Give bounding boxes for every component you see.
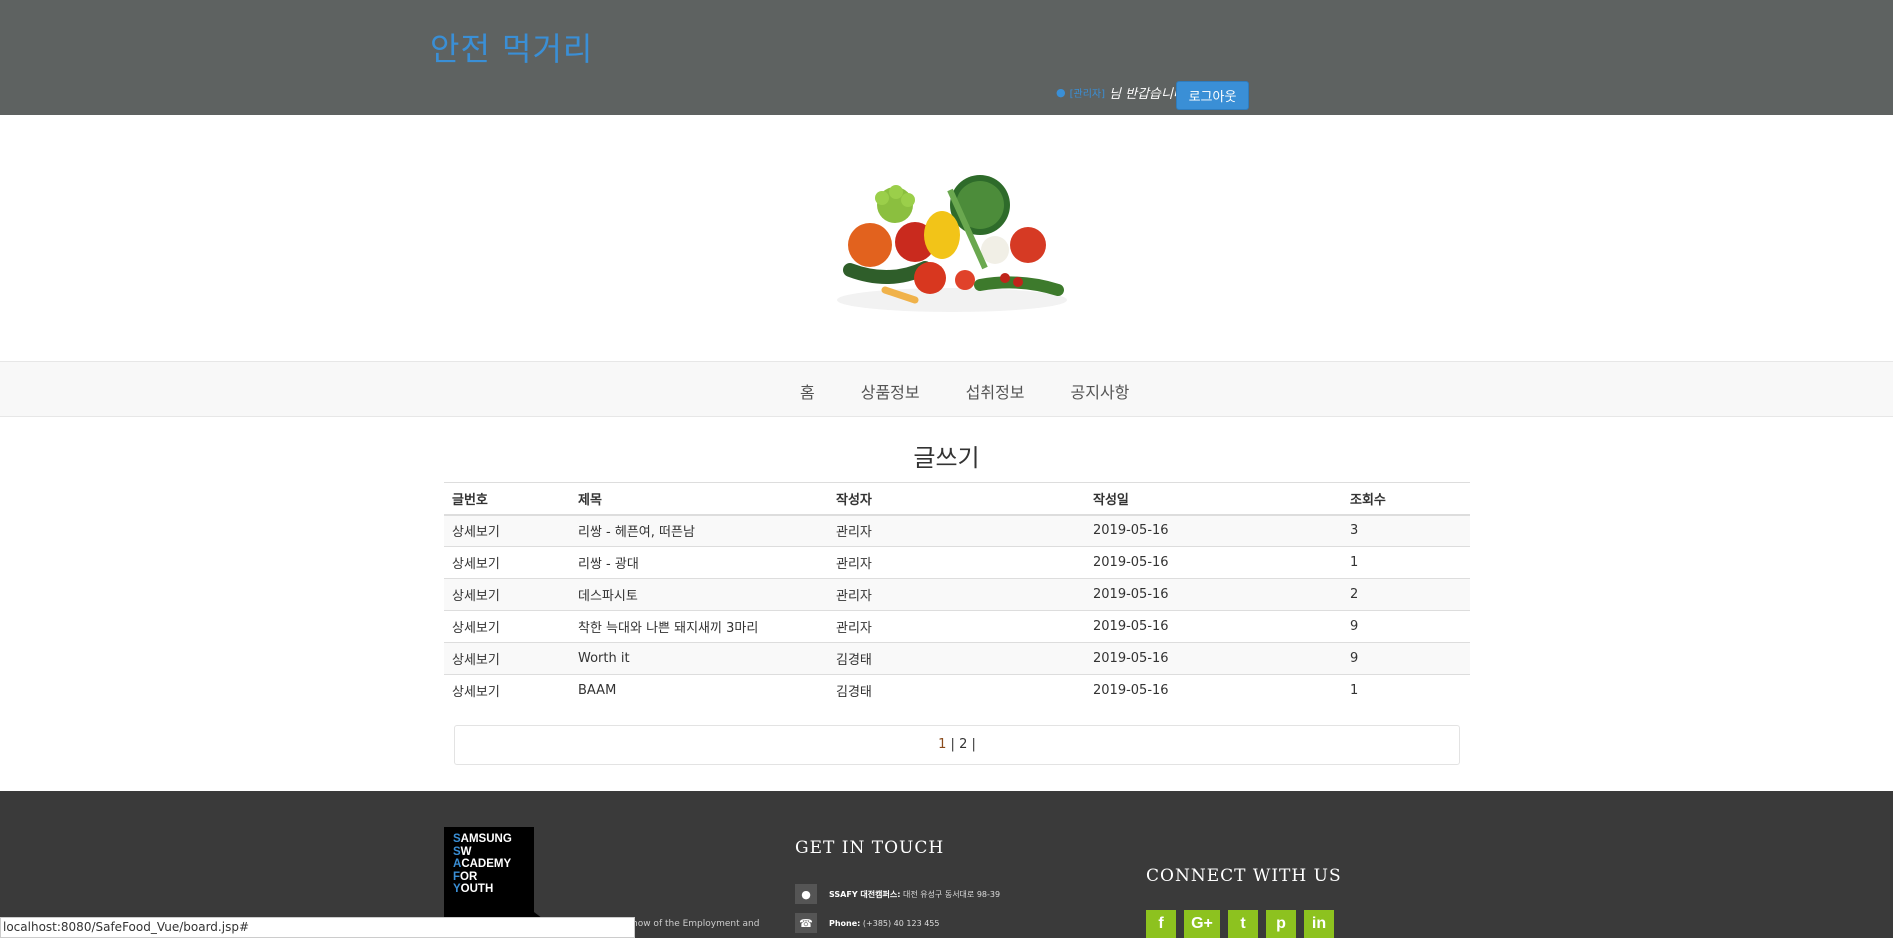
column-header-date: 작성일 [1085, 482, 1342, 516]
social-links: f G+ t p in [1146, 910, 1334, 938]
map-marker-icon: ● [795, 884, 817, 904]
phone-icon: ☎ [795, 913, 817, 933]
post-date: 2019-05-16 [1085, 514, 1342, 547]
logo-line: ACADEMY [453, 858, 512, 870]
post-author: 김경태 [828, 642, 1085, 675]
post-views: 3 [1342, 514, 1470, 547]
detail-link[interactable]: 상세보기 [444, 578, 570, 611]
column-header-author: 작성자 [828, 482, 1085, 516]
table-row: 상세보기 데스파시토 관리자 2019-05-16 2 [444, 578, 1470, 611]
site-title[interactable]: 안전 먹거리 [430, 24, 593, 70]
table-row: 상세보기 리쌍 - 광대 관리자 2019-05-16 1 [444, 546, 1470, 579]
facebook-icon[interactable]: f [1146, 910, 1176, 938]
address-row: ● SSAFY 대전캠퍼스: 대전 유성구 동서대로 98-39 [795, 884, 1000, 904]
post-views: 1 [1342, 546, 1470, 579]
phone-label: Phone: [829, 918, 861, 928]
post-subject: 리쌍 - 광대 [570, 546, 828, 579]
post-date: 2019-05-16 [1085, 546, 1342, 579]
status-bar-url: localhost:8080/SafeFood_Vue/board.jsp# [0, 917, 635, 938]
nav-item-notice[interactable]: 공지사항 [1071, 379, 1130, 403]
post-subject: BAAM [570, 674, 828, 707]
detail-link[interactable]: 상세보기 [444, 546, 570, 579]
post-date: 2019-05-16 [1085, 610, 1342, 643]
page-separator: | [946, 737, 960, 752]
post-date: 2019-05-16 [1085, 578, 1342, 611]
post-views: 2 [1342, 578, 1470, 611]
table-row: 상세보기 착한 늑대와 나쁜 돼지새끼 3마리 관리자 2019-05-16 9 [444, 610, 1470, 643]
post-author: 관리자 [828, 578, 1085, 611]
column-header-subject: 제목 [570, 482, 828, 516]
main-nav: 홈 상품정보 섭취정보 공지사항 [0, 361, 1893, 417]
post-author: 김경태 [828, 674, 1085, 707]
board-title[interactable]: 글쓰기 [0, 438, 1893, 473]
nav-item-product-info[interactable]: 상품정보 [861, 379, 920, 403]
detail-link[interactable]: 상세보기 [444, 642, 570, 675]
connect-with-us-title: CONNECT WITH US [1146, 866, 1342, 886]
post-author: 관리자 [828, 610, 1085, 643]
user-icon: ● [1056, 86, 1066, 99]
logout-button[interactable]: 로그아웃 [1176, 81, 1249, 110]
address-label: SSAFY 대전캠퍼스: [829, 889, 901, 899]
nav-list: 홈 상품정보 섭취정보 공지사항 [800, 379, 1129, 403]
nav-item-intake-info[interactable]: 섭취정보 [966, 379, 1025, 403]
user-greeting: ● [관리자] 님 반갑습니다. [1056, 83, 1189, 102]
detail-link[interactable]: 상세보기 [444, 674, 570, 707]
page-separator: | [967, 737, 976, 752]
post-subject: 착한 늑대와 나쁜 돼지새끼 3마리 [570, 610, 828, 643]
detail-link[interactable]: 상세보기 [444, 610, 570, 643]
pinterest-icon[interactable]: p [1266, 910, 1296, 938]
post-subject: 데스파시토 [570, 578, 828, 611]
footer-description: how of the Employment and [632, 919, 760, 929]
phone-row: ☎ Phone: (+385) 40 123 455 [795, 913, 939, 933]
linkedin-icon[interactable]: in [1304, 910, 1334, 938]
table-row: 상세보기 리쌍 - 헤픈여, 떠픈남 관리자 2019-05-16 3 [444, 514, 1470, 547]
user-name[interactable]: [관리자] [1070, 85, 1105, 100]
post-author: 관리자 [828, 546, 1085, 579]
address-value: 대전 유성구 동서대로 98-39 [902, 889, 1001, 899]
phone-value: (+385) 40 123 455 [862, 918, 940, 928]
pagination: 1 | 2 | [454, 725, 1460, 765]
get-in-touch-title: GET IN TOUCH [795, 838, 945, 858]
column-header-number: 글번호 [444, 482, 570, 516]
board-table: 글번호 제목 작성자 작성일 조회수 상세보기 리쌍 - 헤픈여, 떠픈남 관리… [444, 482, 1470, 707]
header: 안전 먹거리 ● [관리자] 님 반갑습니다. 로그아웃 [0, 0, 1893, 115]
column-header-views: 조회수 [1342, 482, 1470, 516]
post-views: 1 [1342, 674, 1470, 707]
post-subject: Worth it [570, 642, 828, 675]
post-views: 9 [1342, 642, 1470, 675]
table-row: 상세보기 BAAM 김경태 2019-05-16 1 [444, 674, 1470, 707]
detail-link[interactable]: 상세보기 [444, 514, 570, 547]
google-plus-icon[interactable]: G+ [1184, 910, 1220, 938]
post-subject: 리쌍 - 헤픈여, 떠픈남 [570, 514, 828, 547]
post-author: 관리자 [828, 514, 1085, 547]
table-row: 상세보기 Worth it 김경태 2019-05-16 9 [444, 642, 1470, 675]
logo-line: SW [453, 845, 472, 858]
post-date: 2019-05-16 [1085, 642, 1342, 675]
post-views: 9 [1342, 610, 1470, 643]
page: 안전 먹거리 ● [관리자] 님 반갑습니다. 로그아웃 홈 상품정보 섭취정보 [0, 0, 1893, 938]
table-header-row: 글번호 제목 작성자 작성일 조회수 [444, 482, 1470, 516]
logo-line: SAMSUNG [453, 833, 512, 845]
nav-item-home[interactable]: 홈 [800, 379, 815, 403]
twitter-icon[interactable]: t [1228, 910, 1258, 938]
post-date: 2019-05-16 [1085, 674, 1342, 707]
logo-line: YOUTH [453, 883, 494, 895]
logo-line: FOR [453, 870, 478, 883]
vegetables-image [837, 175, 1067, 312]
footer [0, 791, 1893, 938]
